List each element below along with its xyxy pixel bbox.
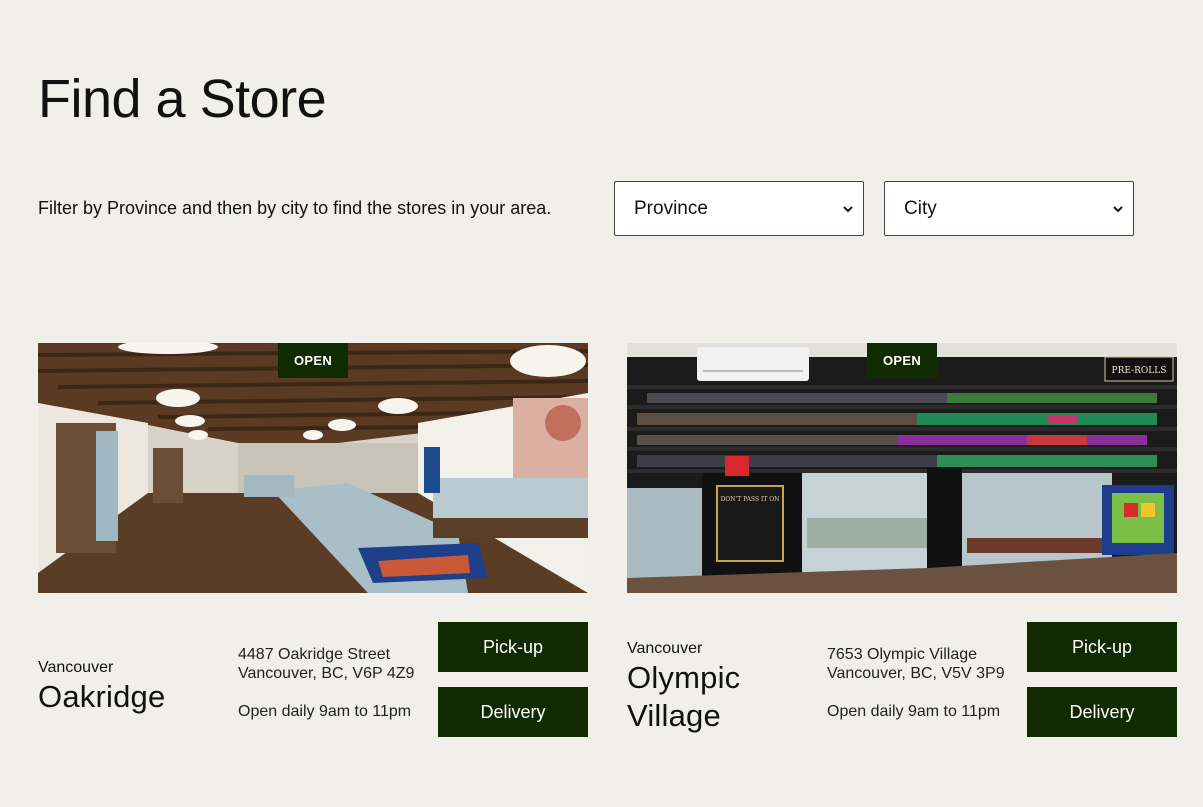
delivery-button[interactable]: Delivery — [1027, 687, 1177, 737]
store-address-line2: Vancouver, BC, V6P 4Z9 — [238, 665, 415, 682]
store-address: 4487 Oakridge Street Vancouver, BC, V6P … — [238, 645, 414, 683]
pickup-button[interactable]: Pick-up — [1027, 622, 1177, 672]
province-select[interactable]: Province — [614, 181, 864, 236]
store-hours: Open daily 9am to 11pm — [827, 703, 1001, 720]
province-select-value: Province — [634, 197, 708, 219]
store-hours: Open daily 9am to 11pm — [238, 703, 412, 720]
page-title: Find a Store — [38, 69, 327, 129]
city-select[interactable]: City — [884, 181, 1134, 236]
delivery-button[interactable]: Delivery — [438, 687, 588, 737]
store-address-line2: Vancouver, BC, V5V 3P9 — [827, 665, 1005, 682]
open-status-badge: OPEN — [867, 343, 937, 378]
dont-pass-it-on-sign: DON'T PASS IT ON — [721, 496, 780, 503]
chevron-down-icon — [843, 205, 853, 212]
store-card-olympic-village: PRE-ROLLS DON'T PASS IT ON OPEN Vancouve… — [627, 343, 1177, 737]
filter-instructions: Filter by Province and then by city to f… — [38, 198, 552, 218]
store-name: Oakridge — [38, 679, 166, 714]
store-city: Vancouver — [38, 659, 114, 676]
store-photo-olympic-village[interactable]: PRE-ROLLS DON'T PASS IT ON OPEN — [627, 343, 1177, 593]
store-interior-image: PRE-ROLLS DON'T PASS IT ON — [627, 343, 1177, 593]
city-select-value: City — [904, 197, 937, 219]
store-address-line1: 4487 Oakridge Street — [238, 646, 391, 663]
store-photo-oakridge[interactable]: OPEN — [38, 343, 588, 593]
store-city: Vancouver — [627, 640, 703, 657]
store-address-line1: 7653 Olympic Village — [827, 646, 978, 663]
chevron-down-icon — [1113, 205, 1123, 212]
store-address: 7653 Olympic Village Vancouver, BC, V5V … — [827, 645, 1005, 683]
store-card-oakridge: OPEN Vancouver Oakridge 4487 Oakridge St… — [38, 343, 588, 737]
pre-rolls-sign: PRE-ROLLS — [1112, 366, 1167, 376]
store-name: Olympic Village — [627, 660, 741, 733]
open-status-badge: OPEN — [278, 343, 348, 378]
store-interior-image — [38, 343, 588, 593]
pickup-button[interactable]: Pick-up — [438, 622, 588, 672]
